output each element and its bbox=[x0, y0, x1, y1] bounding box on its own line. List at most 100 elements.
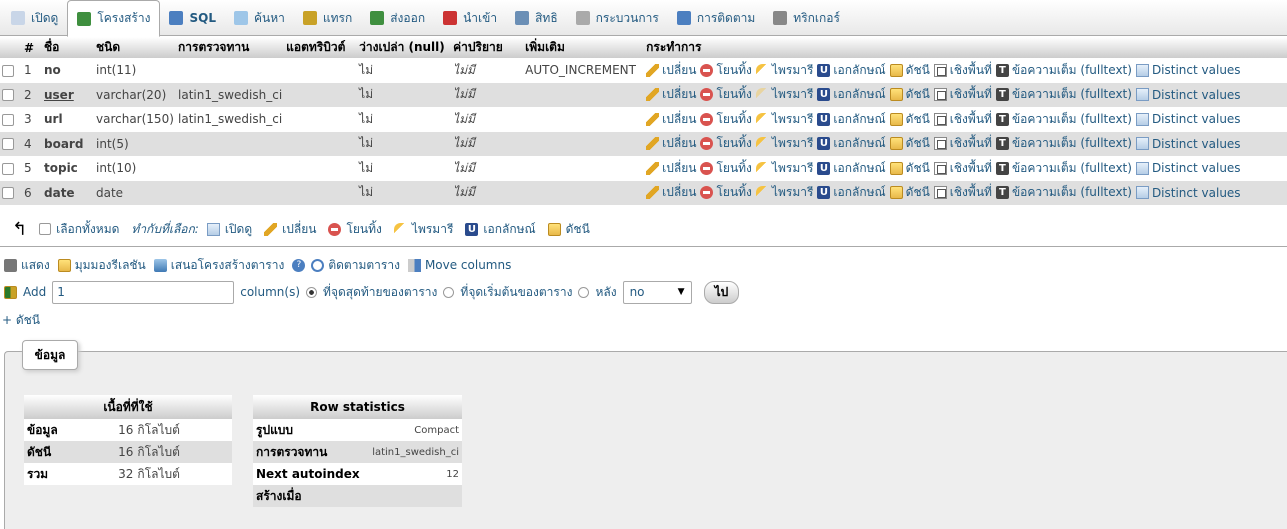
move-columns-label[interactable]: Move columns bbox=[425, 258, 511, 272]
action-index-label[interactable]: ดัชนี bbox=[906, 110, 930, 129]
action-unique-label[interactable]: เอกลักษณ์ bbox=[833, 183, 885, 202]
action-primary-link[interactable]: ไพรมารี bbox=[755, 85, 813, 104]
row-checkbox[interactable] bbox=[2, 138, 14, 151]
action-unique-label[interactable]: เอกลักษณ์ bbox=[833, 110, 885, 129]
check-all-control[interactable]: เลือกทั้งหมด bbox=[39, 220, 119, 239]
action-change-label[interactable]: เปลี่ยน bbox=[662, 61, 696, 80]
action-index-link[interactable]: ดัชนี bbox=[889, 85, 930, 104]
action-primary-link[interactable]: ไพรมารี bbox=[755, 134, 813, 153]
tab-operations[interactable]: กระบวนการ bbox=[567, 0, 668, 36]
action-index-label[interactable]: ดัชนี bbox=[906, 134, 930, 153]
check-all-checkbox[interactable] bbox=[39, 223, 52, 235]
bulk-drop-label[interactable]: โยนทิ้ง bbox=[346, 220, 381, 239]
after-label[interactable]: หลัง bbox=[595, 283, 616, 302]
action-drop-label[interactable]: โยนทิ้ง bbox=[716, 134, 751, 153]
bulk-drop-button[interactable]: โยนทิ้ง bbox=[328, 220, 382, 239]
bulk-index-label[interactable]: ดัชนี bbox=[566, 220, 590, 239]
column-count-input[interactable] bbox=[52, 280, 235, 304]
tab-browse[interactable]: เปิดดู bbox=[2, 0, 67, 36]
action-fulltext-label[interactable]: ข้อความเต็ม (fulltext) bbox=[1012, 85, 1132, 104]
action-change-label[interactable]: เปลี่ยน bbox=[662, 85, 696, 104]
after-radio[interactable] bbox=[578, 286, 590, 298]
action-spatial-link[interactable]: เชิงพื้นที่ bbox=[933, 134, 992, 153]
header-null[interactable]: ว่างเปล่า (null) bbox=[357, 37, 452, 58]
action-distinct-link[interactable]: Distinct values bbox=[1135, 137, 1241, 151]
tab-tracking[interactable]: การติดตาม bbox=[668, 0, 764, 36]
action-spatial-label[interactable]: เชิงพื้นที่ bbox=[950, 110, 992, 129]
action-spatial-link[interactable]: เชิงพื้นที่ bbox=[933, 183, 992, 202]
relation-view-link[interactable]: มุมมองรีเลชัน bbox=[57, 256, 146, 275]
check-all-label[interactable]: เลือกทั้งหมด bbox=[56, 220, 119, 239]
action-fulltext-link[interactable]: T ข้อความเต็ม (fulltext) bbox=[995, 159, 1132, 178]
bulk-unique-button[interactable]: U เอกลักษณ์ bbox=[465, 220, 536, 239]
tab-label[interactable]: โครงสร้าง bbox=[97, 9, 150, 28]
header-name[interactable]: ชื่อ bbox=[42, 37, 94, 58]
tab-insert[interactable]: แทรก bbox=[294, 0, 361, 36]
action-fulltext-link[interactable]: T ข้อความเต็ม (fulltext) bbox=[995, 61, 1132, 80]
field-name[interactable]: date bbox=[42, 180, 94, 205]
add-index-link[interactable]: + ดัชนี bbox=[2, 311, 40, 330]
bulk-index-button[interactable]: ดัชนี bbox=[547, 220, 590, 239]
action-distinct-label[interactable]: Distinct values bbox=[1152, 186, 1241, 200]
action-distinct-label[interactable]: Distinct values bbox=[1152, 63, 1241, 77]
action-fulltext-label[interactable]: ข้อความเต็ม (fulltext) bbox=[1012, 183, 1132, 202]
action-change-label[interactable]: เปลี่ยน bbox=[662, 183, 696, 202]
header-attributes[interactable]: แอตทริบิวต์ bbox=[284, 37, 358, 58]
action-unique-link[interactable]: U เอกลักษณ์ bbox=[817, 110, 886, 129]
header-extra[interactable]: เพิ่มเติม bbox=[523, 37, 645, 58]
action-distinct-label[interactable]: Distinct values bbox=[1152, 137, 1241, 151]
action-fulltext-label[interactable]: ข้อความเต็ม (fulltext) bbox=[1012, 61, 1132, 80]
action-spatial-label[interactable]: เชิงพื้นที่ bbox=[950, 85, 992, 104]
tab-privileges[interactable]: สิทธิ bbox=[506, 0, 567, 36]
action-primary-label[interactable]: ไพรมารี bbox=[772, 183, 813, 202]
bulk-browse-button[interactable]: เปิดดู bbox=[206, 220, 252, 239]
action-index-link[interactable]: ดัชนี bbox=[889, 110, 930, 129]
action-spatial-label[interactable]: เชิงพื้นที่ bbox=[950, 183, 992, 202]
action-unique-link[interactable]: U เอกลักษณ์ bbox=[817, 61, 886, 80]
tab-label[interactable]: กระบวนการ bbox=[596, 9, 659, 28]
action-drop-link[interactable]: โยนทิ้ง bbox=[700, 183, 752, 202]
action-index-label[interactable]: ดัชนี bbox=[906, 61, 930, 80]
help-icon[interactable]: ? bbox=[292, 258, 306, 272]
tab-label[interactable]: การติดตาม bbox=[697, 9, 755, 28]
tab-import[interactable]: นำเข้า bbox=[434, 0, 506, 36]
action-unique-label[interactable]: เอกลักษณ์ bbox=[833, 134, 885, 153]
action-index-link[interactable]: ดัชนี bbox=[889, 134, 930, 153]
row-checkbox[interactable] bbox=[2, 89, 14, 102]
action-fulltext-link[interactable]: T ข้อความเต็ม (fulltext) bbox=[995, 110, 1132, 129]
action-distinct-link[interactable]: Distinct values bbox=[1135, 161, 1241, 175]
action-change-link[interactable]: เปลี่ยน bbox=[646, 183, 696, 202]
action-distinct-label[interactable]: Distinct values bbox=[1152, 88, 1241, 102]
tab-label[interactable]: ค้นหา bbox=[254, 9, 285, 28]
action-fulltext-label[interactable]: ข้อความเต็ม (fulltext) bbox=[1012, 110, 1132, 129]
tab-label[interactable]: ทริกเกอร์ bbox=[793, 9, 840, 28]
field-name[interactable]: no bbox=[42, 58, 94, 83]
action-drop-link[interactable]: โยนทิ้ง bbox=[700, 159, 752, 178]
action-fulltext-link[interactable]: T ข้อความเต็ม (fulltext) bbox=[995, 183, 1132, 202]
at-end-radio[interactable] bbox=[306, 286, 318, 298]
propose-structure-label[interactable]: เสนอโครงสร้างตาราง bbox=[171, 256, 285, 275]
action-spatial-link[interactable]: เชิงพื้นที่ bbox=[933, 110, 992, 129]
row-checkbox[interactable] bbox=[2, 162, 14, 175]
action-index-link[interactable]: ดัชนี bbox=[889, 183, 930, 202]
action-primary-label[interactable]: ไพรมารี bbox=[772, 85, 813, 104]
action-primary-label[interactable]: ไพรมารี bbox=[772, 110, 813, 129]
tab-label[interactable]: ส่งออก bbox=[390, 9, 425, 28]
field-name[interactable]: user bbox=[42, 82, 94, 107]
tab-export[interactable]: ส่งออก bbox=[361, 0, 434, 36]
track-table-label[interactable]: ติดตามตาราง bbox=[328, 256, 400, 275]
action-change-link[interactable]: เปลี่ยน bbox=[646, 110, 696, 129]
action-distinct-link[interactable]: Distinct values bbox=[1135, 88, 1241, 102]
action-spatial-link[interactable]: เชิงพื้นที่ bbox=[933, 159, 992, 178]
action-unique-link[interactable]: U เอกลักษณ์ bbox=[817, 134, 886, 153]
action-distinct-link[interactable]: Distinct values bbox=[1135, 186, 1241, 200]
row-checkbox[interactable] bbox=[2, 113, 14, 126]
action-fulltext-label[interactable]: ข้อความเต็ม (fulltext) bbox=[1012, 159, 1132, 178]
bulk-browse-label[interactable]: เปิดดู bbox=[225, 220, 252, 239]
action-spatial-label[interactable]: เชิงพื้นที่ bbox=[950, 134, 992, 153]
print-view-link[interactable]: แสดง bbox=[4, 256, 50, 275]
action-change-label[interactable]: เปลี่ยน bbox=[662, 110, 696, 129]
tab-search[interactable]: ค้นหา bbox=[225, 0, 294, 36]
action-spatial-label[interactable]: เชิงพื้นที่ bbox=[950, 61, 992, 80]
action-unique-label[interactable]: เอกลักษณ์ bbox=[833, 159, 885, 178]
